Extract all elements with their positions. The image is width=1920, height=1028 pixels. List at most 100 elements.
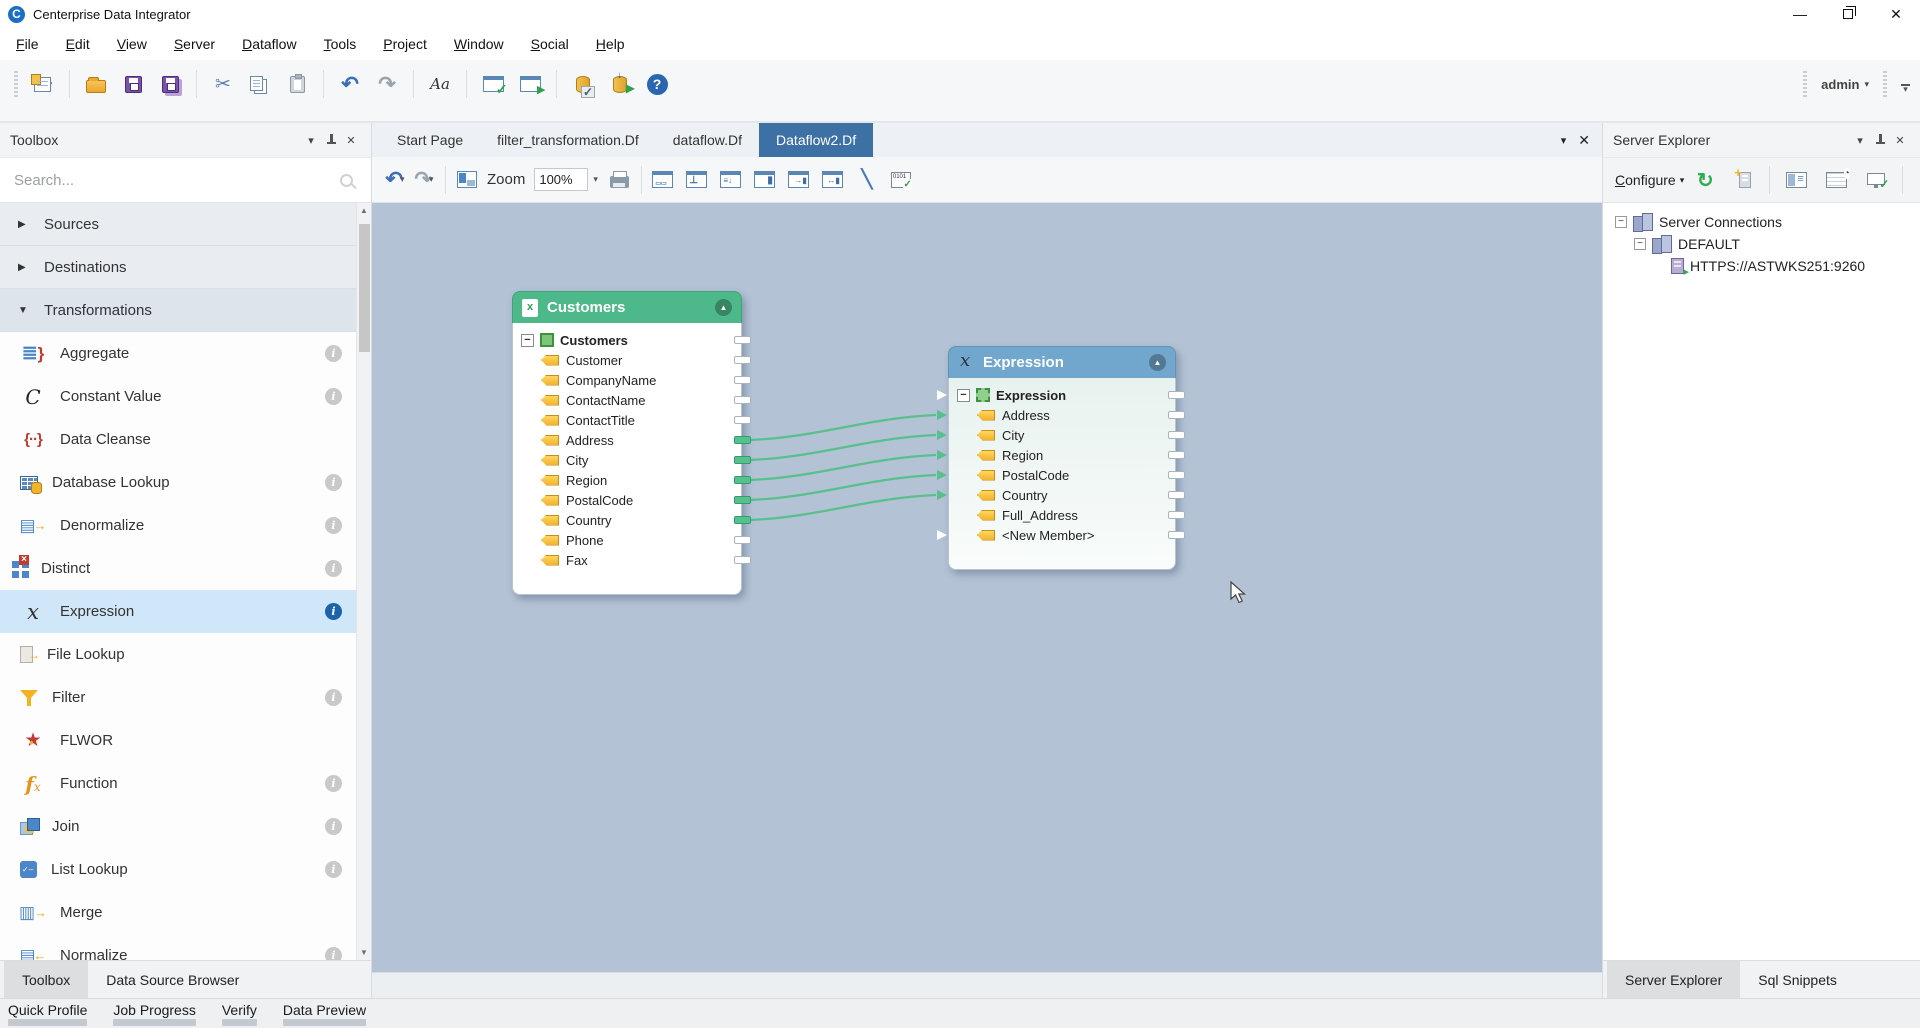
field-row[interactable]: Region: [949, 445, 1175, 465]
info-icon[interactable]: i: [325, 818, 342, 835]
output-port[interactable]: [734, 356, 751, 364]
toolbox-item-normalize[interactable]: Normalizei: [0, 934, 356, 960]
info-icon[interactable]: i: [325, 560, 342, 577]
undo-button[interactable]: [334, 69, 366, 99]
run-dataflow-button[interactable]: [514, 69, 546, 99]
field-row[interactable]: PostalCode: [949, 465, 1175, 485]
menu-window[interactable]: Window: [454, 36, 504, 52]
data-preview-button[interactable]: [888, 165, 914, 195]
menu-view[interactable]: View: [117, 36, 147, 52]
save-all-button[interactable]: [154, 69, 186, 99]
panel-menu-icon[interactable]: ▾: [1850, 134, 1870, 147]
info-icon[interactable]: i: [325, 861, 342, 878]
bottom-tab-data-source-browser[interactable]: Data Source Browser: [88, 961, 257, 998]
run-job-button[interactable]: [604, 69, 636, 99]
field-row[interactable]: Fax: [513, 550, 741, 570]
field-row[interactable]: ContactName: [513, 390, 741, 410]
tab-close-icon[interactable]: ✕: [1578, 132, 1590, 149]
output-port[interactable]: [1168, 411, 1185, 419]
server-properties-button[interactable]: [1783, 165, 1809, 195]
draw-link-button[interactable]: [854, 165, 880, 195]
field-row[interactable]: Region: [513, 470, 741, 490]
close-button[interactable]: ✕: [1872, 0, 1920, 28]
menu-dataflow[interactable]: Dataflow: [242, 36, 296, 52]
toolbox-item-flwor[interactable]: FLWOR: [0, 719, 356, 762]
toolbox-item-denormalize[interactable]: Denormalizei: [0, 504, 356, 547]
scroll-up-icon[interactable]: ▲: [360, 203, 368, 218]
toolbox-item-distinct[interactable]: Distincti: [0, 547, 356, 590]
output-port[interactable]: [734, 336, 751, 344]
scroll-down-icon[interactable]: ▼: [360, 945, 368, 960]
output-port[interactable]: [734, 376, 751, 384]
layout-list-button[interactable]: [718, 165, 744, 195]
toolbox-section-transformations[interactable]: ▼Transformations: [0, 289, 356, 332]
output-port[interactable]: [1168, 391, 1185, 399]
undo-button[interactable]: ▾: [382, 165, 408, 195]
menu-help[interactable]: Help: [596, 36, 625, 52]
info-icon[interactable]: i: [325, 517, 342, 534]
node-expression[interactable]: Expression▲−ExpressionAddressCityRegionP…: [948, 346, 1176, 570]
output-port[interactable]: [1168, 431, 1185, 439]
menu-tools[interactable]: Tools: [324, 36, 357, 52]
connection-line[interactable]: [750, 435, 936, 460]
output-port[interactable]: [734, 516, 751, 524]
field-row[interactable]: Address: [513, 430, 741, 450]
configure-button[interactable]: Configure ▾: [1615, 172, 1684, 188]
output-port[interactable]: [1168, 511, 1185, 519]
field-row[interactable]: ContactTitle: [513, 410, 741, 430]
info-icon[interactable]: i: [325, 345, 342, 362]
toolbox-scrollbar[interactable]: ▲ ▼: [356, 203, 371, 960]
output-port[interactable]: [1168, 491, 1185, 499]
restore-button[interactable]: [1824, 0, 1872, 28]
input-port[interactable]: [937, 410, 947, 420]
field-row[interactable]: <New Member>: [949, 525, 1175, 545]
node-root-row[interactable]: −Customers: [513, 330, 741, 350]
panel-pin-icon[interactable]: [1870, 134, 1890, 147]
fit-window-button[interactable]: [454, 165, 480, 195]
field-row[interactable]: Country: [949, 485, 1175, 505]
scrollbar-thumb[interactable]: [359, 224, 370, 352]
panel-close-icon[interactable]: ✕: [341, 134, 361, 147]
refresh-button[interactable]: [1692, 165, 1718, 195]
field-row[interactable]: Phone: [513, 530, 741, 550]
panel-pin-icon[interactable]: [321, 134, 341, 147]
copy-button[interactable]: [244, 69, 276, 99]
document-tab-dataflow2-df[interactable]: Dataflow2.Df: [759, 123, 873, 157]
toolbox-item-file-lookup[interactable]: File Lookup: [0, 633, 356, 676]
node-header[interactable]: Customers▲: [512, 291, 742, 323]
status-item-quick-profile[interactable]: Quick Profile: [8, 999, 87, 1028]
tab-list-dropdown-icon[interactable]: ▾: [1561, 134, 1567, 147]
menu-edit[interactable]: Edit: [66, 36, 90, 52]
paste-button[interactable]: [281, 69, 313, 99]
document-tab-dataflow-df[interactable]: dataflow.Df: [656, 123, 759, 157]
panel-expand-button[interactable]: [786, 165, 812, 195]
tree-node-server-connections[interactable]: −Server Connections: [1615, 211, 1920, 233]
toolbox-item-aggregate[interactable]: Aggregatei: [0, 332, 356, 375]
redo-button[interactable]: ▾: [411, 165, 437, 195]
open-file-button[interactable]: [80, 69, 112, 99]
output-port[interactable]: [1168, 531, 1185, 539]
job-schedules-button[interactable]: [1823, 165, 1849, 195]
tree-node-default[interactable]: −DEFAULT: [1615, 233, 1920, 255]
input-port[interactable]: [937, 390, 947, 400]
toolbox-section-sources[interactable]: ▶Sources: [0, 203, 356, 246]
toolbox-item-join[interactable]: Joini: [0, 805, 356, 848]
node-root-row[interactable]: −Expression: [949, 385, 1175, 405]
info-icon[interactable]: i: [325, 947, 342, 960]
bottom-tab-toolbox[interactable]: Toolbox: [4, 961, 88, 998]
panel-close-icon[interactable]: ✕: [1890, 134, 1910, 147]
verify-dataflow-button[interactable]: [477, 69, 509, 99]
connection-line[interactable]: [750, 455, 936, 480]
status-item-job-progress[interactable]: Job Progress: [113, 999, 195, 1028]
input-port[interactable]: [937, 450, 947, 460]
collapse-node-button[interactable]: ▲: [715, 299, 732, 316]
layout-horizontal-button[interactable]: [650, 165, 676, 195]
verify-connection-button[interactable]: [1863, 165, 1889, 195]
info-icon[interactable]: i: [325, 474, 342, 491]
output-port[interactable]: [734, 536, 751, 544]
field-row[interactable]: City: [513, 450, 741, 470]
user-menu[interactable]: admin: [1821, 77, 1859, 92]
node-header[interactable]: Expression▲: [948, 346, 1176, 378]
toolbox-item-filter[interactable]: Filteri: [0, 676, 356, 719]
print-button[interactable]: [607, 165, 633, 195]
